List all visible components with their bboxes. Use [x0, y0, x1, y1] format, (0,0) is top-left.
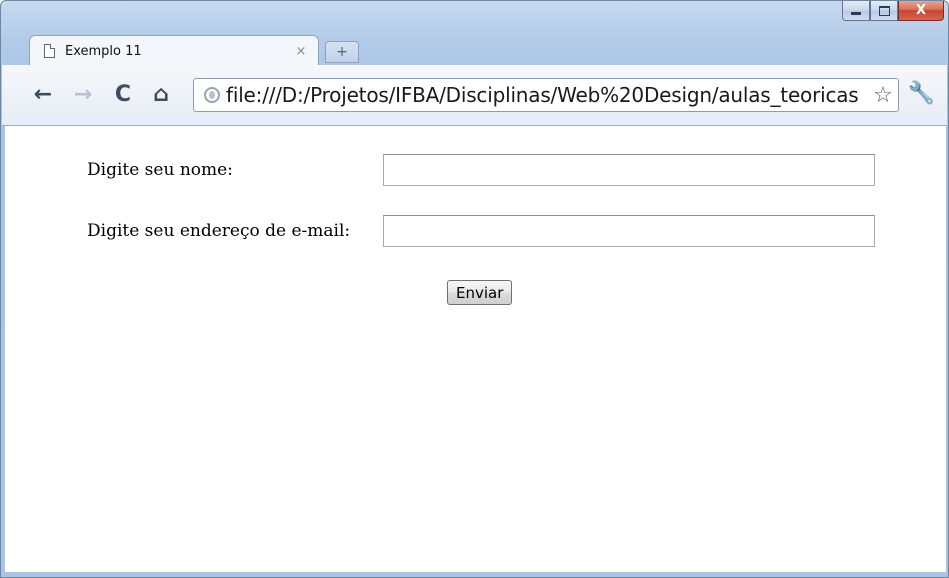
globe-icon [204, 87, 220, 103]
name-label: Digite seu nome: [87, 160, 233, 180]
name-input[interactable] [383, 154, 875, 186]
tab-close-icon[interactable]: × [294, 44, 308, 59]
submit-button[interactable]: Enviar [447, 280, 513, 305]
tab-title: Exemplo 11 [65, 43, 142, 59]
home-button[interactable]: ⌂ [148, 81, 174, 107]
reload-button[interactable]: C [110, 81, 136, 107]
close-icon: X [915, 3, 927, 18]
reload-icon: C [114, 81, 132, 107]
address-bar[interactable]: file:///D:/Projetos/IFBA/Disciplinas/Web… [193, 78, 899, 112]
back-button[interactable]: ← [30, 81, 56, 107]
minimize-button[interactable] [842, 1, 870, 21]
browser-window: X Exemplo 11 × + ← → C ⌂ file:///D:/Proj… [0, 0, 949, 578]
tab-exemplo-11[interactable]: Exemplo 11 × [29, 35, 319, 65]
minimize-icon [851, 12, 861, 15]
close-window-button[interactable]: X [898, 1, 944, 21]
page-content: Digite seu nome: Digite seu endereço de … [5, 126, 946, 572]
email-label: Digite seu endereço de e-mail: [87, 221, 351, 241]
forward-button[interactable]: → [70, 81, 96, 107]
email-row: Digite seu endereço de e-mail: [87, 214, 875, 248]
home-icon: ⌂ [153, 81, 169, 107]
page-icon [44, 44, 55, 58]
window-controls: X [842, 1, 944, 23]
new-tab-button[interactable]: + [325, 41, 359, 63]
star-icon[interactable]: ☆ [868, 82, 898, 108]
maximize-icon [878, 5, 890, 16]
browser-toolbar: ← → C ⌂ file:///D:/Projetos/IFBA/Discipl… [2, 65, 947, 126]
title-bar: X [1, 1, 948, 37]
url-text[interactable]: file:///D:/Projetos/IFBA/Disciplinas/Web… [226, 83, 868, 107]
maximize-button[interactable] [870, 1, 898, 21]
plus-icon: + [336, 44, 348, 60]
forward-arrow-icon: → [73, 81, 93, 107]
name-row: Digite seu nome: [87, 153, 875, 187]
back-arrow-icon: ← [33, 81, 53, 107]
submit-wrap: Enviar [447, 280, 513, 305]
wrench-icon[interactable]: 🔧 [908, 81, 935, 106]
email-input[interactable] [383, 215, 875, 247]
